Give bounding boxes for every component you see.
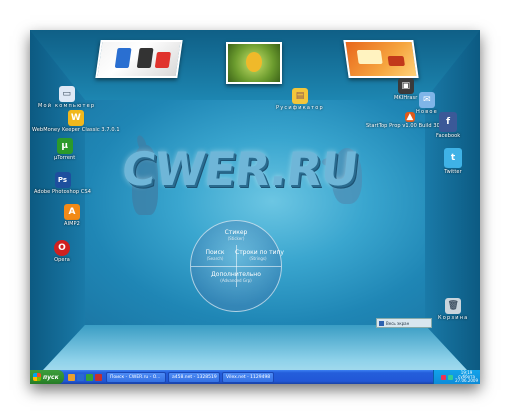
quick-launch xyxy=(68,373,104,381)
desktop-icon-rusifikator[interactable]: ▤ Русификатор xyxy=(276,88,324,111)
desktop-icon-label: Adobe Photoshop CS4 xyxy=(34,189,92,195)
desktop-icon-opera[interactable]: O Opera xyxy=(54,240,70,263)
desktop-icon-photoshop[interactable]: Ps Adobe Photoshop CS4 xyxy=(34,172,91,195)
desktop-icon-utorrent[interactable]: μ μTorrent xyxy=(54,138,75,161)
desktop-icon-my-computer[interactable]: ▭ Мой компьютер xyxy=(38,86,95,109)
fullscreen-widget-label: Весь экран xyxy=(386,320,410,326)
ceiling-picture-phones xyxy=(95,40,183,78)
webmoney-icon: W xyxy=(67,110,84,126)
radial-item-title: Поиск xyxy=(205,249,225,256)
windows-flag-icon xyxy=(33,373,41,381)
quick-launch-icon[interactable] xyxy=(77,373,84,381)
clock-date: 27.06.2009 xyxy=(455,378,478,384)
picture-shape xyxy=(387,56,405,66)
taskbar: пуск Поиск - CWER.ru - O... a458.net - 1… xyxy=(30,370,480,384)
opera-icon: O xyxy=(54,240,70,256)
phone-image xyxy=(114,48,132,68)
photoshop-icon: Ps xyxy=(54,172,71,188)
radial-item-subtitle: (Sticker) xyxy=(227,236,245,241)
quick-launch-icon[interactable] xyxy=(68,373,75,381)
taskbar-window-button[interactable]: a458.net - 1328519 xyxy=(168,371,220,383)
desktop-icon-facebook[interactable]: f Facebook xyxy=(436,112,460,139)
radial-menu: Стикер (Sticker) Поиск (Search) Строки п… xyxy=(190,220,284,312)
tray-icon[interactable] xyxy=(441,374,447,380)
picture-shape xyxy=(356,50,383,64)
desktop-icon-label: Opera xyxy=(54,257,70,263)
desktop-icon-twitter[interactable]: t Twitter xyxy=(444,148,462,175)
computer-icon: ▭ xyxy=(58,86,75,102)
plant-image xyxy=(246,52,262,72)
desktop-screenshot: ▭ Мой компьютер W WebMoney Keeper Classi… xyxy=(30,30,480,384)
radial-item-subtitle: (Search) xyxy=(206,256,224,261)
quick-launch-icon[interactable] xyxy=(95,373,102,381)
phone-image xyxy=(154,52,171,68)
radial-item-title: Дополнительно xyxy=(211,271,261,278)
desktop-icon-mkihrasr[interactable]: ▣ MKIHrasr xyxy=(394,78,417,101)
mail-icon: ✉ xyxy=(418,92,435,108)
aimp-icon: A xyxy=(64,204,80,220)
radial-item-subtitle: (Advanced Grp) xyxy=(220,278,252,283)
system-tray: 19:19 суббота 27.06.2009 xyxy=(433,370,480,384)
app-icon: ▲ xyxy=(404,112,415,122)
utorrent-icon: μ xyxy=(56,138,73,154)
desktop-icon-label: Facebook xyxy=(436,133,461,139)
start-label: пуск xyxy=(43,373,59,381)
desktop-icon-aimp2[interactable]: A AIMP2 xyxy=(64,204,80,227)
ceiling-picture-plant xyxy=(226,42,282,84)
ceiling-picture-orange xyxy=(343,40,419,78)
desktop-icon-webmoney[interactable]: W WebMoney Keeper Classic 3.7.0.1 xyxy=(32,110,120,133)
screen-icon xyxy=(379,320,384,326)
desktop-icon-label: Корзина xyxy=(438,315,469,321)
phone-image xyxy=(136,48,154,68)
quick-launch-icon[interactable] xyxy=(86,373,93,381)
taskbar-window-button[interactable]: Поиск - CWER.ru - O... xyxy=(106,371,166,383)
desktop-icon-label: μTorrent xyxy=(54,155,76,161)
radial-item-sticker[interactable]: Стикер (Sticker) xyxy=(211,229,261,241)
tray-clock[interactable]: 19:19 суббота 27.06.2009 xyxy=(455,370,478,384)
radial-item-subtitle: (Strings) xyxy=(249,256,267,261)
radial-item-title: Стикер xyxy=(224,229,248,236)
desktop-icon-label: Мой компьютер xyxy=(38,103,96,109)
monitor-icon: ▣ xyxy=(397,78,414,94)
desktop-icon-label: Twitter xyxy=(444,169,462,175)
facebook-icon: f xyxy=(439,112,458,132)
radial-item-search[interactable]: Поиск (Search) xyxy=(193,249,237,261)
fullscreen-widget[interactable]: Весь экран xyxy=(376,318,432,328)
trash-icon: 🗑 xyxy=(445,298,462,314)
desktop-icon-recycle-bin[interactable]: 🗑 Корзина xyxy=(438,298,468,321)
desktop-icon-label: WebMoney Keeper Classic 3.7.0.1 xyxy=(32,127,120,133)
desktop-icon-label: AIMP2 xyxy=(64,221,80,227)
radial-item-strings[interactable]: Строки по типу (Strings) xyxy=(235,249,284,261)
start-button[interactable]: пуск xyxy=(30,370,64,384)
desktop-icon-label: Русификатор xyxy=(276,105,324,111)
twitter-icon: t xyxy=(444,148,462,168)
desktop-icon-label: MKIHrasr xyxy=(394,95,418,101)
site-logo: CWER.RU xyxy=(119,142,361,196)
tray-icon[interactable] xyxy=(448,374,454,380)
folder-icon: ▤ xyxy=(291,88,308,104)
taskbar-window-button[interactable]: Vilex.net - 1129498 xyxy=(222,371,274,383)
radial-item-title: Строки по типу xyxy=(235,249,284,256)
radial-item-advanced[interactable]: Дополнительно (Advanced Grp) xyxy=(201,271,271,283)
